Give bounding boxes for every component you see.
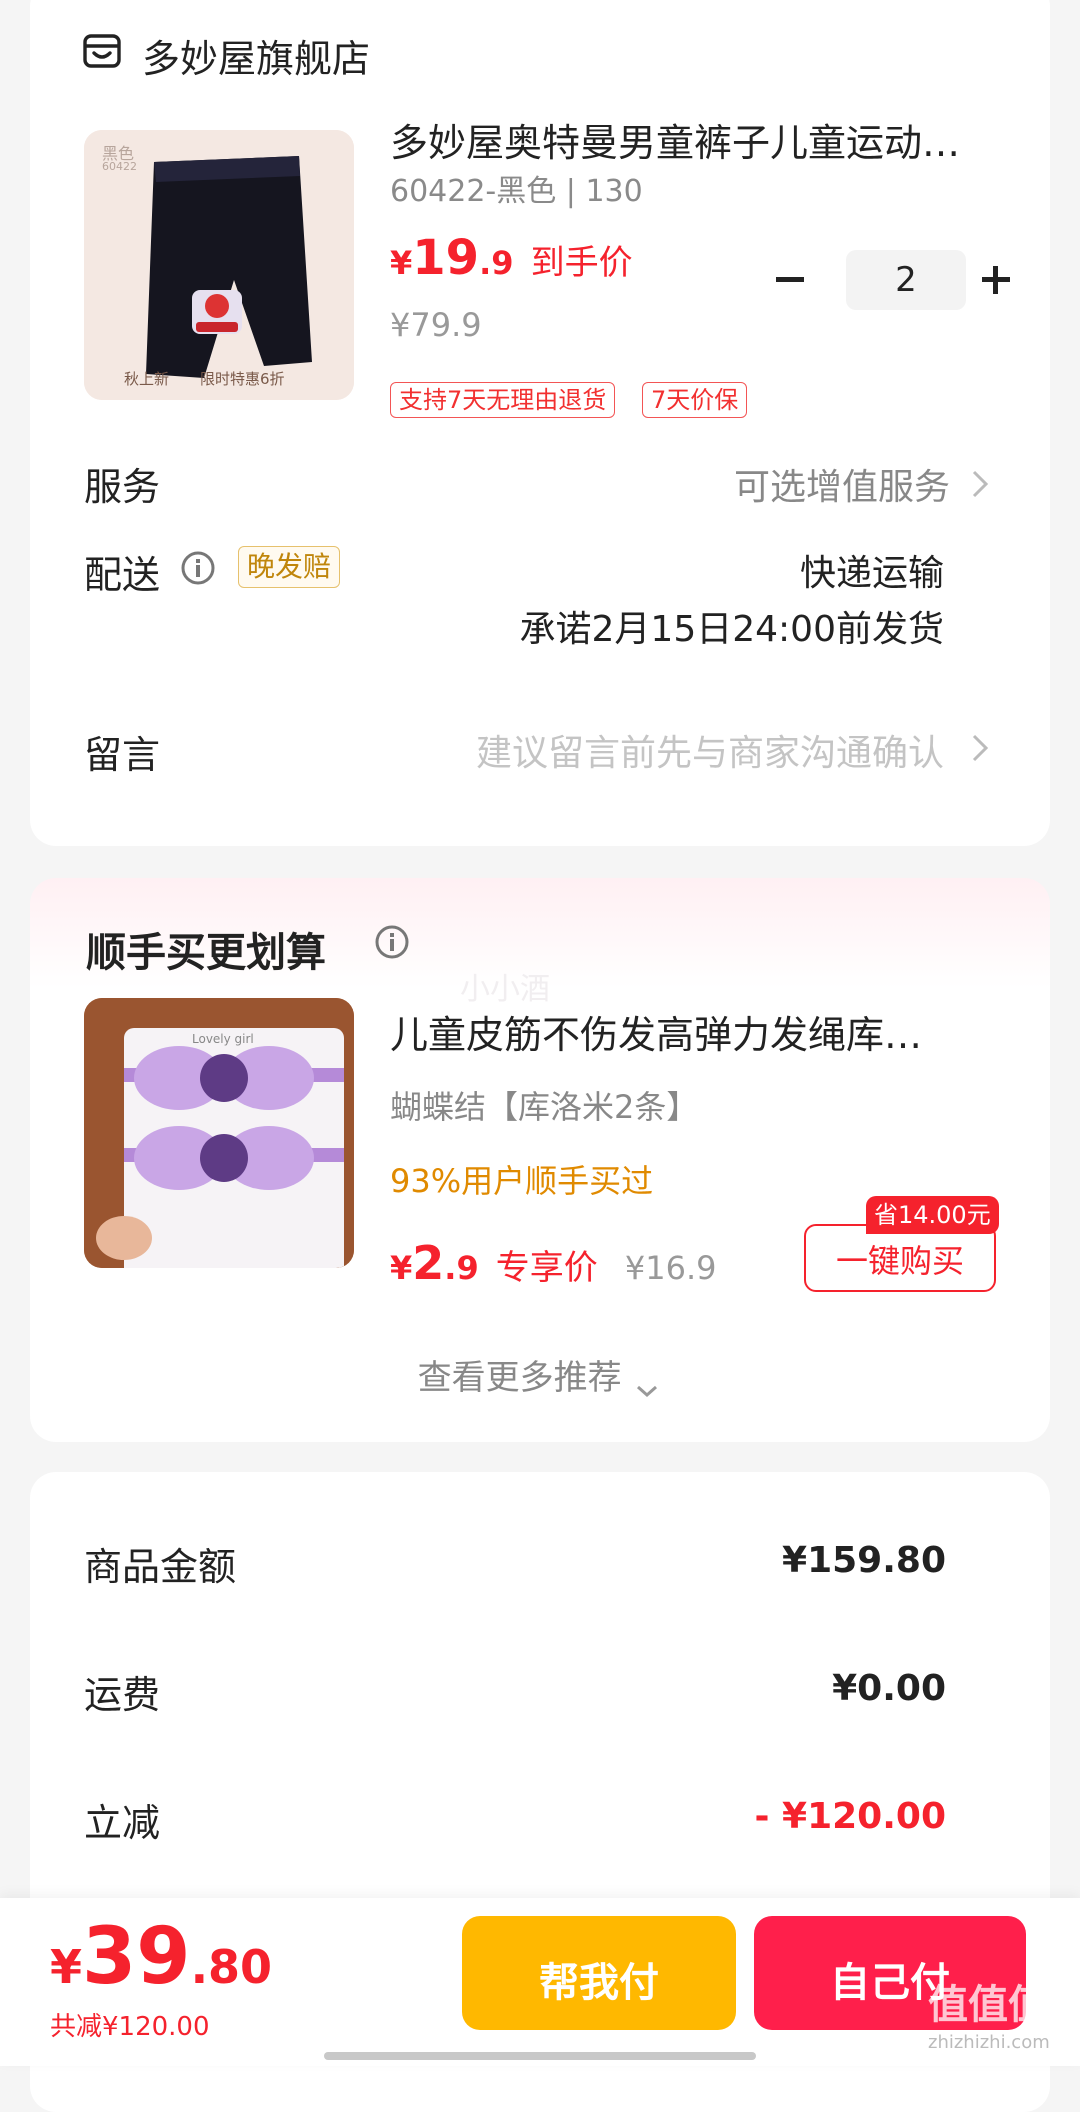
addon-card: 顺手买更划算 小小酒 Lovely girl 儿童皮筋不伤发高弹力发绳库… 蝴蝶…	[30, 878, 1050, 1442]
service-label: 服务	[84, 465, 161, 509]
bottom-checkout-bar: ¥39.80 共减¥120.00 帮我付 自己付 值值值 zhizhizhi.c…	[0, 1898, 1080, 2066]
product-image[interactable]: 黑色 60422 秋上新 限时特惠6折	[84, 130, 354, 400]
addon-image-label: Lovely girl	[192, 1032, 254, 1046]
quantity-input[interactable]: 2	[846, 250, 966, 310]
price-int: 19	[412, 230, 480, 286]
delivery-label: 配送	[84, 553, 161, 597]
one-click-buy-button[interactable]: 一键购买	[804, 1224, 996, 1292]
total-int: 39	[82, 1912, 191, 2002]
watermark-url: zhizhizhi.com	[928, 2032, 1050, 2053]
delivery-promise: 承诺2月15日24:00前发货	[519, 609, 944, 650]
help-pay-label: 帮我付	[539, 1960, 659, 2006]
late-delivery-badge: 晚发赔	[238, 546, 341, 588]
addon-sku[interactable]: 蝴蝶结【库洛米2条】	[390, 1082, 698, 1128]
watermark-logo: 值值值	[928, 1982, 1048, 2028]
total-price: ¥39.80	[50, 1912, 272, 2002]
product-sku[interactable]: 60422-黑色 | 130	[390, 166, 643, 210]
addon-product-title[interactable]: 儿童皮筋不伤发高弹力发绳库…	[390, 1004, 922, 1059]
discount-label: 立减	[84, 1801, 161, 1845]
addon-price-dec: .9	[444, 1249, 479, 1287]
info-icon[interactable]	[374, 924, 410, 960]
tag-price-protect: 7天价保	[642, 382, 748, 418]
total-symbol: ¥	[50, 1940, 83, 1994]
chevron-right-icon[interactable]	[968, 728, 992, 768]
help-pay-button[interactable]: 帮我付	[462, 1916, 736, 2030]
addon-watermark: 小小酒	[460, 972, 550, 1007]
product-image-label-code: 60422	[102, 160, 137, 173]
one-click-buy-label: 一键购买	[835, 1242, 964, 1280]
order-item-card: 多妙屋旗舰店 黑色 60422 秋上新 限时特惠6折 多妙屋奥特曼男童裤子儿童运…	[30, 0, 1050, 846]
chevron-down-icon	[632, 1370, 662, 1397]
quantity-stepper: 2	[760, 250, 1020, 310]
addon-title: 顺手买更划算	[86, 930, 326, 976]
store-name[interactable]: 多妙屋旗舰店	[142, 28, 370, 83]
shipping-label: 运费	[84, 1673, 161, 1717]
addon-original-price: ¥16.9	[624, 1249, 717, 1287]
original-price: ¥79.9	[390, 306, 482, 344]
decrease-button[interactable]	[760, 250, 820, 310]
addon-price-label: 专享价	[495, 1248, 598, 1288]
service-value[interactable]: 可选增值服务	[734, 458, 950, 510]
chevron-right-icon[interactable]	[968, 464, 992, 504]
store-icon	[82, 32, 122, 72]
see-more-label: 查看更多推荐	[417, 1358, 622, 1398]
info-icon[interactable]	[180, 550, 216, 586]
increase-button[interactable]	[966, 250, 1026, 310]
shipping-value: ¥0.00	[832, 1668, 946, 1709]
goods-amount-value: ¥159.80	[782, 1540, 946, 1581]
message-input[interactable]: 建议留言前先与商家沟通确认	[476, 724, 944, 776]
addon-price-symbol: ¥	[390, 1249, 413, 1287]
save-badge: 省14.00元	[866, 1196, 999, 1234]
product-image-label-left: 秋上新	[124, 370, 170, 388]
delivery-method: 快递运输	[799, 553, 944, 594]
product-title[interactable]: 多妙屋奥特曼男童裤子儿童运动…	[390, 112, 960, 167]
product-image-label-right: 限时特惠6折	[200, 370, 285, 388]
addon-price: ¥2.9 专享价 ¥16.9	[390, 1236, 717, 1290]
product-price: ¥19.9 到手价	[390, 230, 633, 286]
total-discount: 共减¥120.00	[50, 2012, 210, 2042]
total-dec: .80	[190, 1940, 273, 1994]
price-label: 到手价	[530, 243, 633, 283]
home-indicator	[324, 2052, 756, 2060]
price-symbol: ¥	[390, 244, 413, 282]
addon-price-int: 2	[412, 1236, 445, 1290]
message-label: 留言	[84, 733, 161, 777]
see-more-recommendations[interactable]: 查看更多推荐	[30, 1350, 1050, 1399]
addon-product-image[interactable]: Lovely girl	[84, 998, 354, 1268]
addon-social-proof: 93%用户顺手买过	[390, 1162, 654, 1200]
discount-value: - ¥120.00	[754, 1796, 946, 1837]
tag-return: 支持7天无理由退货	[390, 382, 616, 418]
goods-amount-label: 商品金额	[84, 1545, 237, 1589]
price-dec: .9	[479, 244, 514, 282]
